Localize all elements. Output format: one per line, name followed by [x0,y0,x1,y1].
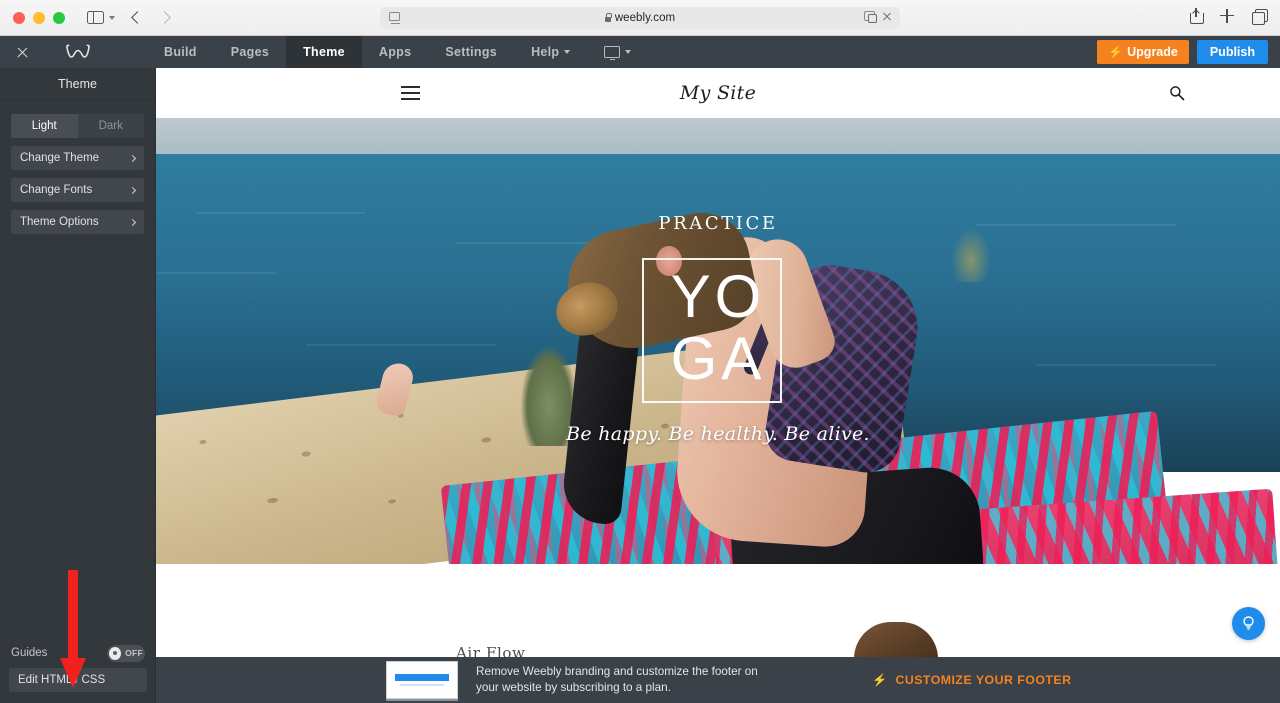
guides-row[interactable]: Guides OFF [0,638,156,668]
search-icon[interactable] [1169,85,1185,101]
customize-footer-button[interactable]: ⚡ CUSTOMIZE YOUR FOOTER [872,673,1072,687]
nav-tab-apps[interactable]: Apps [362,36,428,68]
nav-tab-build-label: Build [164,45,197,59]
forward-arrow-icon[interactable] [158,11,171,24]
new-tab-icon[interactable] [1220,8,1234,23]
editor-top-bar: Build Pages Theme Apps Settings Help ⚡ U… [0,36,1280,68]
publish-button[interactable]: Publish [1196,40,1268,64]
nav-tab-pages[interactable]: Pages [214,36,286,68]
publish-button-label: Publish [1209,45,1255,59]
hero-headline[interactable]: YO GA [156,266,1280,390]
sidebar-item-change-theme[interactable]: Change Theme [11,146,144,170]
browser-right-actions[interactable] [1190,8,1268,25]
site-title[interactable]: My Site [156,82,1280,104]
customize-footer-label: CUSTOMIZE YOUR FOOTER [895,673,1072,687]
guides-toggle[interactable]: OFF [107,644,145,662]
sidebar-item-change-theme-label: Change Theme [20,152,100,164]
nav-tab-theme-label: Theme [303,45,345,59]
monitor-icon [604,46,621,61]
close-icon [16,46,29,59]
theme-mode-dark[interactable]: Dark [78,114,145,138]
edit-html-css-button[interactable]: Edit HTML / CSS [9,668,147,692]
sidebar-footer: Guides OFF Edit HTML / CSS [0,638,156,703]
hero-tagline[interactable]: Be happy. Be healthy. Be alive. [156,423,1280,445]
upgrade-button-label: Upgrade [1127,45,1178,59]
chevron-right-icon [128,154,137,162]
maximize-window-button[interactable] [53,11,65,24]
nav-tab-help-label: Help [531,45,560,59]
sidebar-item-theme-options[interactable]: Theme Options [11,210,144,234]
nav-tab-apps-label: Apps [378,45,412,59]
nav-tab-pages-label: Pages [230,45,270,59]
device-preview-selector[interactable] [587,36,648,68]
bolt-icon: ⚡ [1108,45,1124,59]
sidebar-icon [87,10,104,25]
hero-section[interactable]: PRACTICE YO GA Be happy. Be healthy. Be … [156,118,1280,564]
guides-toggle-knob [109,646,122,660]
lock-icon [604,13,612,22]
address-bar-url: weebly.com [614,12,676,24]
share-icon[interactable] [1190,8,1204,24]
theme-mode-light[interactable]: Light [11,114,78,138]
browser-toolbar: weebly.com [0,0,1280,36]
close-window-button[interactable] [13,11,25,24]
upgrade-button[interactable]: ⚡ Upgrade [1097,40,1189,64]
site-header: My Site [156,68,1280,118]
chevron-down-icon [109,15,115,20]
theme-mode-toggle[interactable]: Light Dark [11,114,144,138]
theme-mode-light-label: Light [31,120,57,132]
nav-tab-build[interactable]: Build [147,36,214,68]
hero-text-overlay[interactable]: PRACTICE YO GA Be happy. Be healthy. Be … [156,118,1280,564]
chevron-right-icon [128,186,137,194]
sidebar-title: Theme [0,68,155,100]
theme-sidebar: Theme Light Dark Change Theme Change Fon… [0,68,156,703]
chevron-down-icon [564,50,571,54]
banner-thumb-bar [395,674,449,681]
help-button[interactable] [1232,607,1265,640]
footer-upsell-banner: Remove Weebly branding and customize the… [156,657,1280,703]
theme-mode-dark-label: Dark [98,120,123,132]
sidebar-item-theme-options-label: Theme Options [20,216,99,228]
sidebar-item-change-fonts[interactable]: Change Fonts [11,178,144,202]
nav-tab-help[interactable]: Help [514,36,587,68]
sidebar-toggle-button[interactable] [87,10,115,25]
nav-tab-settings-label: Settings [445,45,498,59]
edit-html-css-label: Edit HTML / CSS [18,674,106,686]
hero-headline-line1: YO [670,263,766,330]
chevron-right-icon [128,218,137,226]
editor-close-button[interactable] [4,46,40,59]
window-traffic-lights[interactable] [13,11,65,24]
editor-nav[interactable]: Build Pages Theme Apps Settings Help [147,36,648,68]
banner-message: Remove Weebly branding and customize the… [476,665,758,694]
nav-tab-settings[interactable]: Settings [428,36,514,68]
stop-loading-icon[interactable] [882,11,892,21]
minimize-window-button[interactable] [33,11,45,24]
hero-eyebrow[interactable]: PRACTICE [156,213,1280,234]
back-arrow-icon[interactable] [131,11,144,24]
lightbulb-icon [1243,616,1254,630]
extensions-icon[interactable] [864,11,877,23]
tab-overview-icon[interactable] [1252,8,1268,25]
browser-navigation[interactable] [131,11,171,24]
guides-toggle-state: OFF [125,648,143,658]
bolt-icon: ⚡ [872,673,888,687]
reader-view-icon[interactable] [389,12,400,24]
address-bar-actions[interactable] [864,11,892,23]
sidebar-item-change-fonts-label: Change Fonts [20,184,93,196]
banner-thumb-line [400,684,444,686]
guides-label: Guides [11,647,48,659]
hero-headline-line2: GA [670,325,766,392]
weebly-logo[interactable] [64,44,92,61]
banner-thumbnail [386,661,458,699]
chevron-down-icon [625,50,632,54]
site-preview[interactable]: My Site PRACTICE YO GA Be happy. Be heal… [156,68,1280,703]
weebly-logo-icon [66,44,90,58]
nav-tab-theme[interactable]: Theme [286,36,362,68]
editor-actions[interactable]: ⚡ Upgrade Publish [1097,40,1268,64]
address-bar[interactable]: weebly.com [380,7,900,29]
screen: weebly.com Build Pages Theme Apps Settin… [0,0,1280,703]
